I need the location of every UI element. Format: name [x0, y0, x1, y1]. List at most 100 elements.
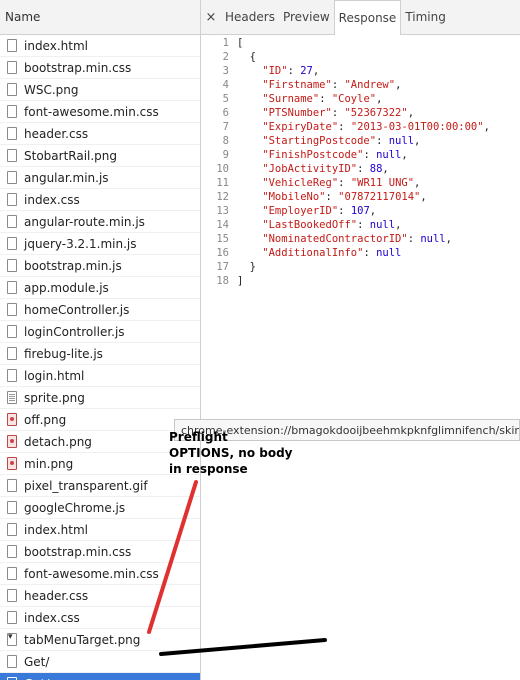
request-name: detach.png — [24, 434, 92, 449]
code-line: 5 "Surname": "Coyle", — [201, 92, 520, 106]
request-name: off.png — [24, 412, 67, 427]
request-row[interactable]: index.html — [0, 519, 200, 541]
tab-headers[interactable]: Headers — [221, 0, 279, 34]
request-row[interactable]: firebug-lite.js — [0, 343, 200, 365]
request-name: index.css — [24, 610, 80, 625]
code-token: [ — [237, 37, 244, 49]
line-number: 5 — [222, 93, 229, 105]
code-token: , — [395, 219, 402, 231]
line-number: 18 — [216, 275, 229, 287]
code-token: : — [331, 79, 345, 91]
code-line: 15 "NominatedContractorID": null, — [201, 232, 520, 246]
code-token: , — [376, 93, 383, 105]
response-panel: × Headers Preview Response Timing 1[2 {3… — [201, 0, 520, 680]
line-number: 3 — [222, 65, 229, 77]
code-token: "Firstname" — [237, 79, 332, 91]
request-row[interactable]: tabMenuTarget.png — [0, 629, 200, 651]
code-line: 14 "LastBookedOff": null, — [201, 218, 520, 232]
document-icon — [7, 369, 17, 382]
code-token: "07872117014" — [338, 191, 421, 203]
request-row[interactable]: pixel_transparent.gif — [0, 475, 200, 497]
request-name: bootstrap.min.css — [24, 60, 132, 75]
request-row[interactable]: bootstrap.min.css — [0, 57, 200, 79]
request-row[interactable]: jquery-3.2.1.min.js — [0, 233, 200, 255]
code-token: 88 — [369, 163, 383, 175]
tab-response[interactable]: Response — [333, 0, 402, 35]
code-token: "52367322" — [344, 107, 408, 119]
code-token: , — [445, 233, 452, 245]
code-token: : — [319, 93, 332, 105]
request-row[interactable]: font-awesome.min.css — [0, 563, 200, 585]
code-token: { — [237, 51, 256, 63]
document-icon — [7, 171, 17, 184]
request-row[interactable]: index.html — [0, 35, 200, 57]
request-row[interactable]: angular-route.min.js — [0, 211, 200, 233]
name-column-header[interactable]: Name — [0, 0, 200, 35]
request-row[interactable]: Get/ — [0, 673, 200, 680]
code-token: "StartingPostcode" — [237, 135, 377, 147]
document-icon — [7, 655, 17, 668]
request-name: googleChrome.js — [24, 500, 126, 515]
request-row[interactable]: sprite.png — [0, 387, 200, 409]
request-row[interactable]: font-awesome.min.css — [0, 101, 200, 123]
request-name: index.html — [24, 522, 88, 537]
request-name: header.css — [24, 588, 89, 603]
request-name: header.css — [24, 126, 89, 141]
document-icon — [7, 39, 17, 52]
code-token: : — [338, 177, 351, 189]
request-row[interactable]: off.png — [0, 409, 200, 431]
code-token: , — [414, 177, 421, 189]
code-token: : — [363, 247, 377, 259]
code-token: , — [414, 135, 421, 147]
code-token: 27 — [300, 65, 313, 77]
request-name: loginController.js — [24, 324, 125, 339]
code-token: "2013-03-01T00:00:00" — [350, 121, 484, 133]
name-column-header-label: Name — [5, 10, 41, 24]
request-name: firebug-lite.js — [24, 346, 103, 361]
tab-timing[interactable]: Timing — [401, 0, 450, 34]
request-row[interactable]: index.css — [0, 189, 200, 211]
code-token: "VehicleReg" — [237, 177, 339, 189]
document-icon — [7, 479, 17, 492]
code-line: 3 "ID": 27, — [201, 64, 520, 78]
code-line: 13 "EmployerID": 107, — [201, 204, 520, 218]
code-token: , — [401, 149, 408, 161]
request-row[interactable]: index.css — [0, 607, 200, 629]
document-icon — [7, 193, 17, 206]
code-token: : — [331, 107, 345, 119]
request-row[interactable]: header.css — [0, 123, 200, 145]
request-row[interactable]: StobartRail.png — [0, 145, 200, 167]
tab-preview[interactable]: Preview — [279, 0, 334, 34]
request-row[interactable]: WSC.png — [0, 79, 200, 101]
request-row[interactable]: loginController.js — [0, 321, 200, 343]
request-list: index.html bootstrap.min.css WSC.png font-a… — [0, 35, 200, 680]
document-icon — [7, 325, 17, 338]
code-line: 7 "ExpiryDate": "2013-03-01T00:00:00", — [201, 120, 520, 134]
request-row[interactable]: homeController.js — [0, 299, 200, 321]
code-token: , — [382, 163, 389, 175]
document-icon — [7, 567, 17, 580]
request-row[interactable]: login.html — [0, 365, 200, 387]
request-row[interactable]: bootstrap.min.css — [0, 541, 200, 563]
code-line: 2 { — [201, 50, 520, 64]
request-name: pixel_transparent.gif — [24, 478, 148, 493]
code-token: "WR11 UNG" — [350, 177, 415, 189]
request-row[interactable]: angular.min.js — [0, 167, 200, 189]
request-row[interactable]: header.css — [0, 585, 200, 607]
request-row[interactable]: googleChrome.js — [0, 497, 200, 519]
code-line: 1[ — [201, 36, 520, 50]
request-row[interactable]: app.module.js — [0, 277, 200, 299]
code-line: 4 "Firstname": "Andrew", — [201, 78, 520, 92]
request-name: index.html — [24, 38, 88, 53]
line-number: 17 — [216, 261, 229, 273]
request-row[interactable]: bootstrap.min.js — [0, 255, 200, 277]
code-token: "PTSNumber" — [237, 107, 332, 119]
code-line: 9 "FinishPostcode": null, — [201, 148, 520, 162]
code-token: ] — [237, 275, 244, 287]
line-number: 6 — [222, 107, 229, 119]
document-icon — [7, 105, 17, 118]
line-number: 10 — [216, 163, 229, 175]
request-row[interactable]: Get/ — [0, 651, 200, 673]
line-number: 9 — [222, 149, 229, 161]
close-icon[interactable]: × — [201, 10, 221, 25]
